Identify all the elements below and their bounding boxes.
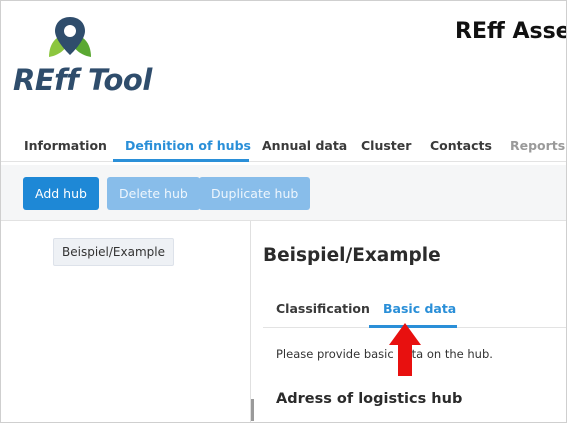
top-navigation: Information Definition of hubs Annual da… xyxy=(1,128,566,162)
tab-classification[interactable]: Classification xyxy=(276,301,370,316)
duplicate-hub-button[interactable]: Duplicate hub xyxy=(199,177,311,210)
tab-basic-data[interactable]: Basic data xyxy=(383,301,456,316)
hub-list-item[interactable]: Beispiel/Example xyxy=(53,238,174,266)
app-title: REff Asse xyxy=(455,19,567,44)
instruction-text: Please provide basic data on the hub. xyxy=(276,347,493,361)
reff-logo: REff Tool xyxy=(11,15,161,105)
address-section-heading: Adress of logistics hub xyxy=(276,391,463,407)
tab-contacts[interactable]: Contacts xyxy=(430,138,492,153)
tab-annual-data[interactable]: Annual data xyxy=(262,138,347,153)
toolbar: Add hub Delete hub Duplicate hub xyxy=(1,165,566,221)
tab-reports[interactable]: Reports xyxy=(510,138,565,153)
tab-information[interactable]: Information xyxy=(24,138,107,153)
location-pin-leaf-icon xyxy=(49,17,91,57)
tab-definition-of-hubs[interactable]: Definition of hubs xyxy=(125,138,251,153)
add-hub-button[interactable]: Add hub xyxy=(23,177,99,210)
panel-scrollbar[interactable] xyxy=(251,399,254,421)
hub-title: Beispiel/Example xyxy=(263,245,441,266)
delete-hub-button[interactable]: Delete hub xyxy=(107,177,200,210)
hub-list-panel: Beispiel/Example xyxy=(1,221,251,422)
arrow-up-icon xyxy=(389,323,421,376)
tab-cluster[interactable]: Cluster xyxy=(361,138,411,153)
active-tab-indicator xyxy=(113,159,249,162)
logo-text: REff Tool xyxy=(13,63,152,97)
app-window: REff Tool REff Asse Information Definiti… xyxy=(0,0,567,423)
